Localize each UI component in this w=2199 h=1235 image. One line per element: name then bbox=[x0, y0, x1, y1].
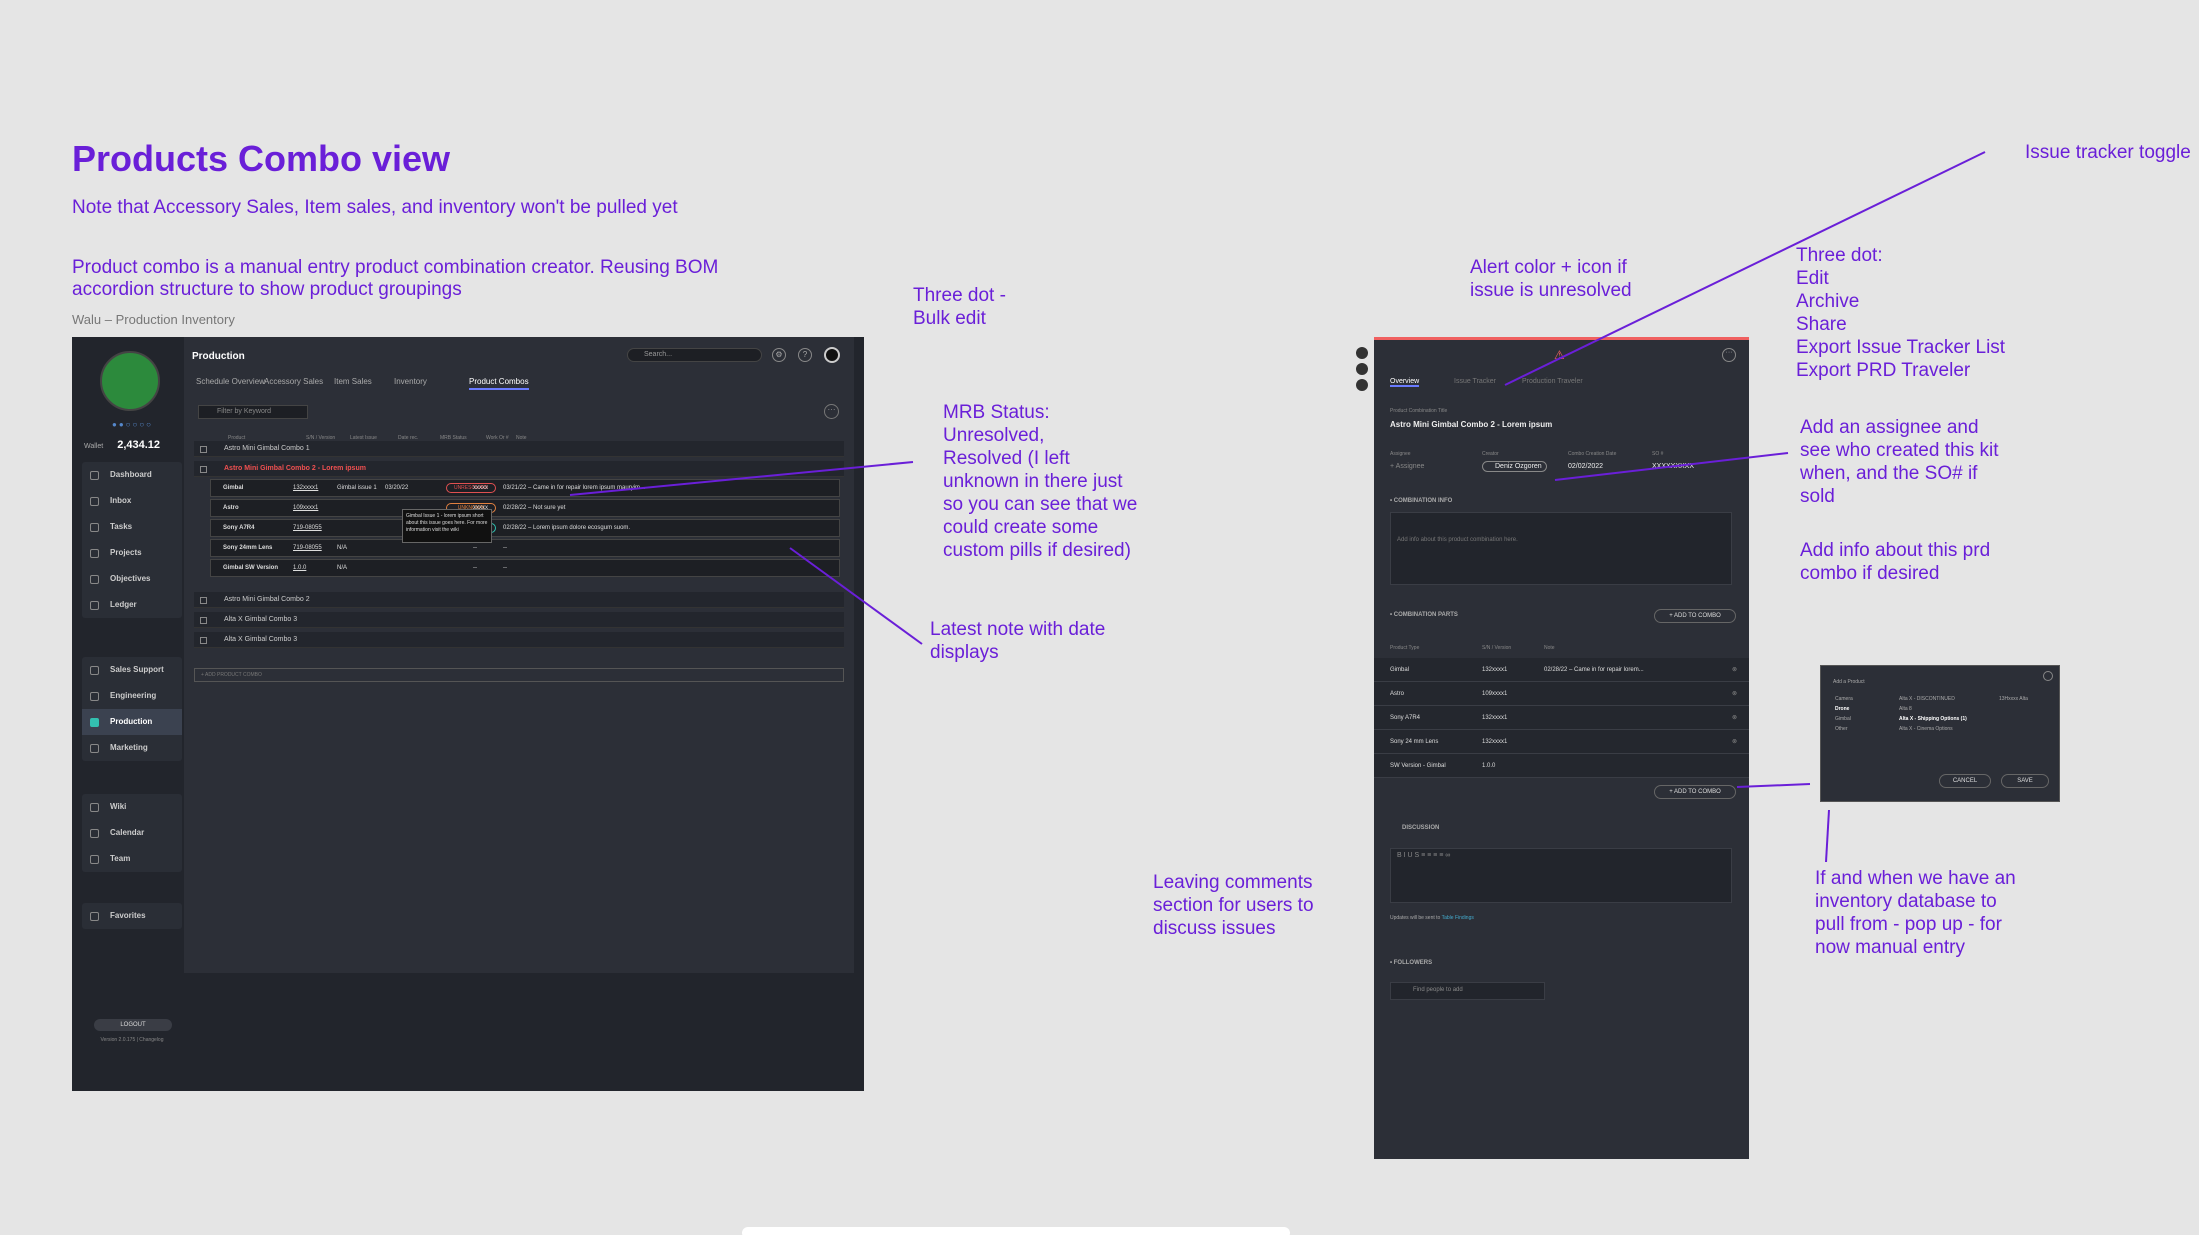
arrow-inventory bbox=[1825, 809, 1830, 863]
arrow-issue-toggle bbox=[1504, 151, 1986, 386]
arrow-mrb bbox=[569, 461, 914, 496]
annotation-arrows bbox=[569, 151, 1986, 863]
arrow-latest-note bbox=[789, 547, 923, 645]
arrow-assignee bbox=[1554, 452, 1789, 481]
arrow-popup bbox=[1736, 783, 1811, 788]
bottom-toolbar[interactable] bbox=[742, 1227, 1290, 1235]
